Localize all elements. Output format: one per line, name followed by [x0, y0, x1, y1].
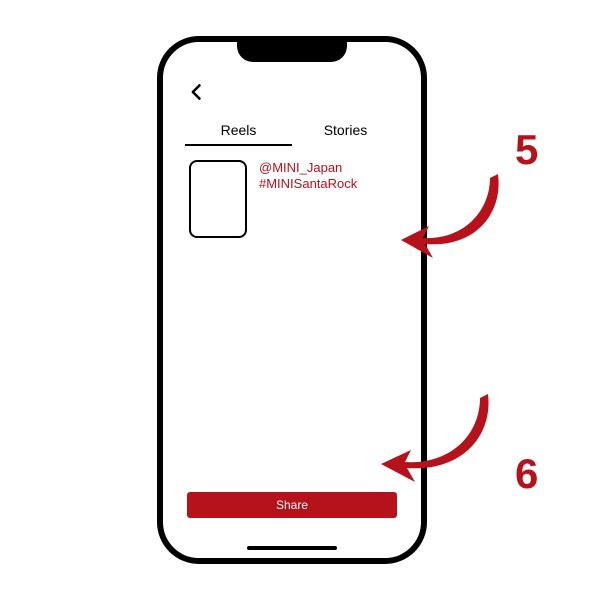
- callout-number-6: 6: [515, 450, 538, 498]
- media-thumbnail[interactable]: [189, 160, 247, 238]
- tab-reels-label: Reels: [221, 122, 257, 138]
- share-button-label: Share: [276, 498, 308, 512]
- screen: Reels Stories @MINI_Japan #MINISantaRock…: [177, 62, 407, 540]
- callout-number-5: 5: [515, 126, 538, 174]
- callout-arrow-6: [375, 380, 505, 500]
- home-indicator: [247, 546, 337, 550]
- tab-stories[interactable]: Stories: [292, 122, 399, 146]
- caption-text[interactable]: @MINI_Japan #MINISantaRock: [259, 160, 403, 193]
- caption-mention: @MINI_Japan: [259, 160, 403, 176]
- caption-hashtag: #MINISantaRock: [259, 176, 403, 192]
- tab-reels[interactable]: Reels: [185, 122, 292, 146]
- tab-stories-label: Stories: [324, 122, 368, 138]
- tabs: Reels Stories: [185, 122, 399, 146]
- share-button[interactable]: Share: [187, 492, 397, 518]
- callout-arrow-5: [395, 160, 515, 270]
- chevron-left-icon: [187, 82, 207, 102]
- back-button[interactable]: [187, 82, 207, 102]
- phone-notch: [237, 36, 347, 62]
